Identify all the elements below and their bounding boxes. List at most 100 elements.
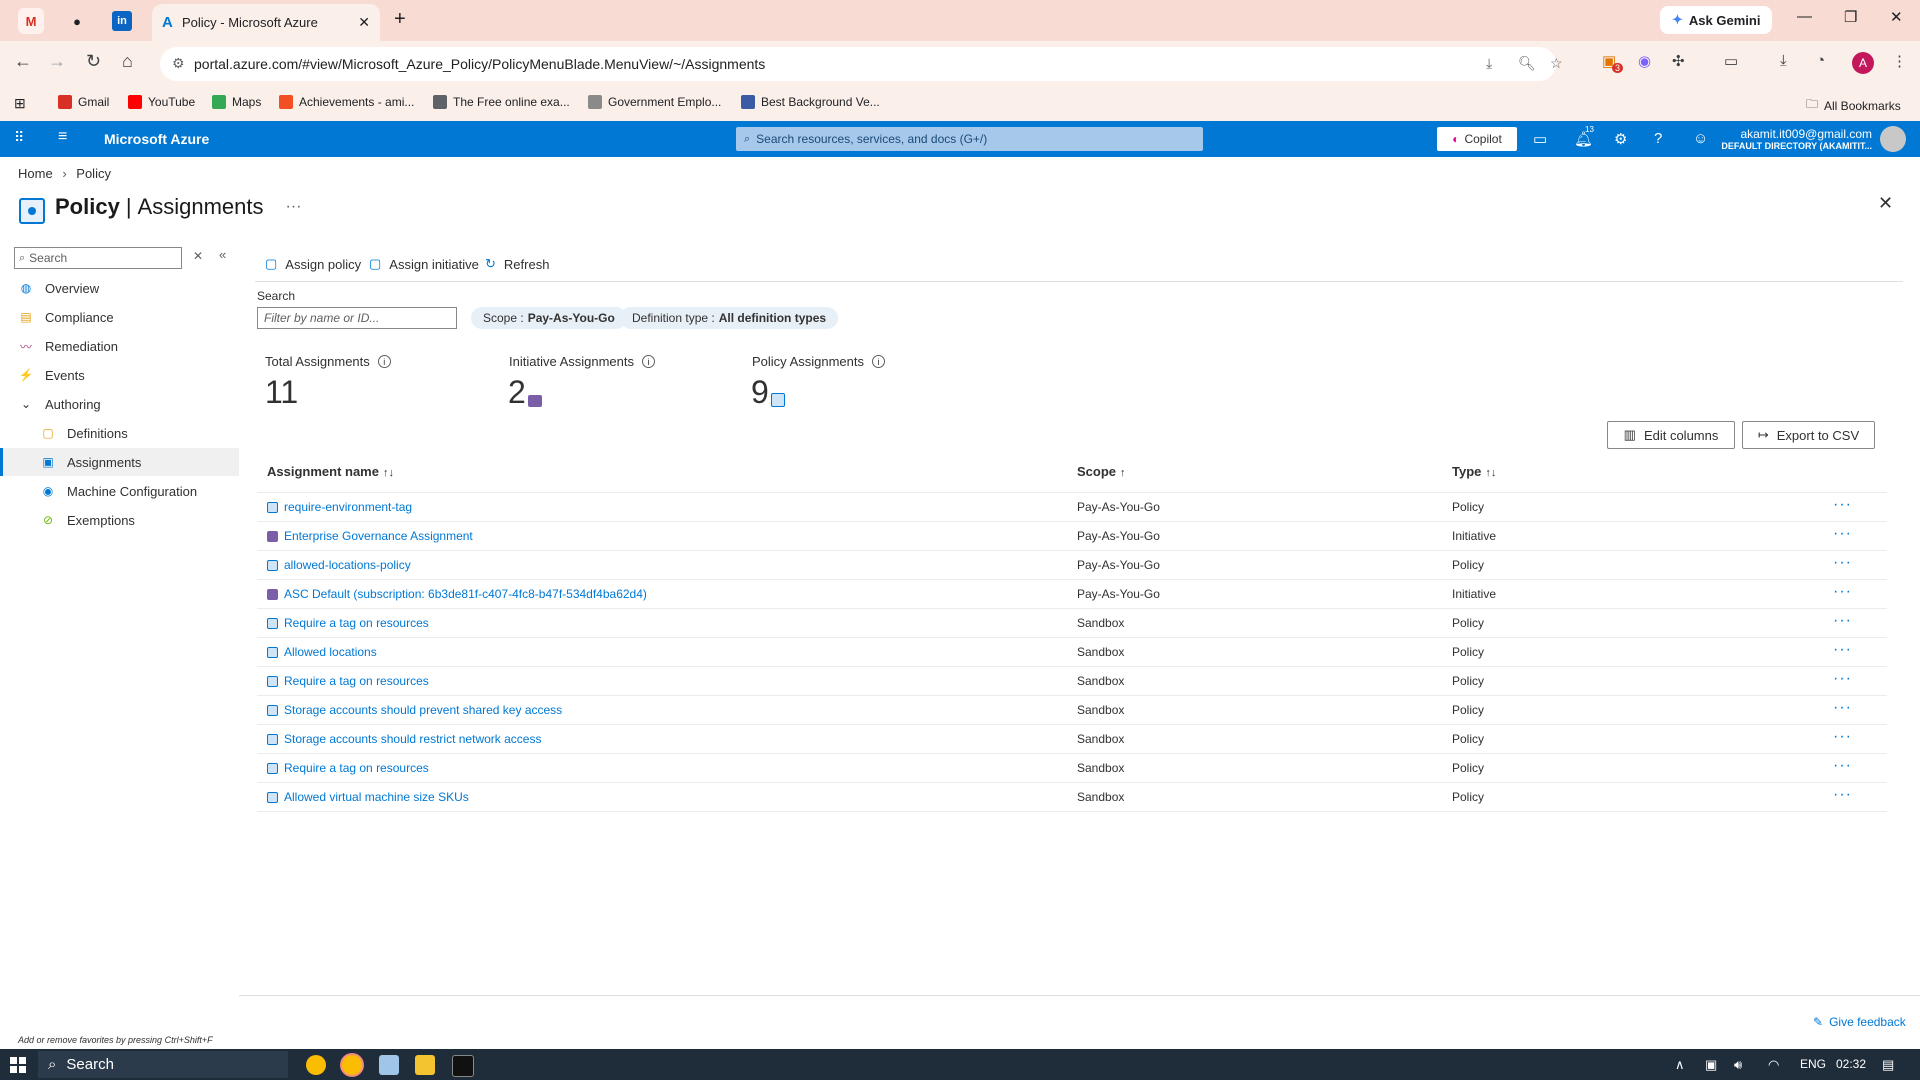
filter-search-input[interactable]: Filter by name or ID... (257, 307, 457, 329)
edit-columns-button[interactable]: ▥ Edit columns (1607, 421, 1735, 449)
breadcrumb-home[interactable]: Home (18, 166, 53, 181)
new-tab-icon[interactable]: + (394, 8, 406, 31)
extensions-puzzle-icon[interactable]: ✣ (1672, 52, 1685, 70)
ask-gemini-button[interactable]: ✦ Ask Gemini (1660, 6, 1773, 34)
row-more-button[interactable]: ··· (1833, 728, 1852, 746)
language-indicator[interactable]: ENG (1800, 1057, 1826, 1071)
assignment-link[interactable]: Storage accounts should prevent shared k… (284, 703, 562, 717)
help-icon[interactable]: ? (1654, 130, 1662, 147)
cloud-shell-icon[interactable]: ▭ (1533, 130, 1547, 148)
azure-search-input[interactable]: ⌕ Search resources, services, and docs (… (736, 127, 1203, 151)
apps-grid-icon[interactable]: ⊞ (14, 95, 26, 112)
col-header-type[interactable]: Type ↑↓ (1452, 464, 1496, 479)
page-more-button[interactable]: ··· (285, 198, 301, 216)
sidebar-item-machine-configuration[interactable]: ◉ Machine Configuration (0, 477, 239, 505)
assign-policy-button[interactable]: ▢ Assign policy (265, 256, 361, 272)
close-tab-icon[interactable]: ✕ (358, 14, 370, 31)
scope-filter-pill[interactable]: Scope : Pay-As-You-Go (471, 307, 627, 329)
col-header-name[interactable]: Assignment name ↑↓ (267, 464, 394, 479)
clock[interactable]: 02:32 (1836, 1057, 1866, 1071)
zoom-icon[interactable]: 🔍︎ (1518, 55, 1536, 72)
sidebar-item-overview[interactable]: ◍ Overview (0, 274, 239, 302)
all-bookmarks[interactable]: 🗀 All Bookmarks (1806, 95, 1901, 116)
file-explorer-icon[interactable] (415, 1055, 435, 1075)
restore-icon[interactable]: ❐ (1844, 8, 1857, 26)
tray-chevron-icon[interactable]: ∧ (1675, 1057, 1685, 1073)
settings-gear-icon[interactable]: ⚙ (1614, 130, 1627, 148)
assign-initiative-button[interactable]: ▢ Assign initiative (369, 256, 479, 272)
row-more-button[interactable]: ··· (1833, 612, 1852, 630)
assignment-link[interactable]: Allowed virtual machine size SKUs (284, 790, 469, 804)
hamburger-icon[interactable]: ≡ (58, 128, 67, 146)
linkedin-pinned-tab[interactable]: in (112, 11, 132, 31)
assignment-link[interactable]: Storage accounts should restrict network… (284, 732, 541, 746)
row-more-button[interactable]: ··· (1833, 699, 1852, 717)
extension-icon[interactable]: ◉ (1638, 52, 1651, 70)
info-icon[interactable]: i (872, 355, 885, 368)
home-icon[interactable]: ⌂ (122, 51, 133, 72)
windows-start-icon[interactable] (10, 1057, 26, 1073)
row-more-button[interactable]: ··· (1833, 786, 1852, 804)
sidebar-item-definitions[interactable]: ▢ Definitions (0, 419, 239, 447)
assignment-link[interactable]: require-environment-tag (284, 500, 412, 514)
bookmark-item[interactable]: Best Background Ve... (741, 95, 880, 109)
wifi-icon[interactable]: ◠ (1768, 1057, 1779, 1073)
address-bar[interactable]: ⚙ portal.azure.com/#view/Microsoft_Azure… (160, 47, 1563, 81)
tab-azure-policy[interactable]: A Policy - Microsoft Azure ✕ (152, 4, 380, 41)
breadcrumb-policy[interactable]: Policy (76, 166, 111, 181)
downloads-icon[interactable]: ⤓ (1780, 52, 1787, 69)
azure-brand[interactable]: Microsoft Azure (104, 131, 209, 147)
definition-type-filter-pill[interactable]: Definition type : All definition types (620, 307, 839, 329)
assignment-link[interactable]: allowed-locations-policy (284, 558, 411, 572)
give-feedback-link[interactable]: ✎ Give feedback (1813, 1015, 1906, 1029)
close-window-icon[interactable]: ✕ (1890, 8, 1903, 26)
collapse-sidebar-icon[interactable]: « (219, 247, 226, 262)
sidebar-item-exemptions[interactable]: ⊘ Exemptions (0, 506, 239, 534)
row-more-button[interactable]: ··· (1833, 525, 1852, 543)
col-header-scope[interactable]: Scope ↑ (1077, 464, 1126, 479)
bookmark-star-icon[interactable]: ☆ (1550, 55, 1563, 72)
bookmark-item[interactable]: Gmail (58, 95, 109, 109)
clear-search-icon[interactable]: ✕ (193, 249, 203, 263)
refresh-button[interactable]: ↻ Refresh (485, 256, 549, 272)
account-info[interactable]: akamit.it009@gmail.com DEFAULT DIRECTORY… (1720, 127, 1872, 151)
bookmark-item[interactable]: YouTube (128, 95, 195, 109)
close-blade-icon[interactable]: ✕ (1878, 193, 1893, 214)
minimize-icon[interactable]: — (1797, 8, 1812, 25)
chrome-icon[interactable] (306, 1055, 326, 1075)
info-icon[interactable]: i (377, 355, 391, 368)
bookmark-item[interactable]: The Free online exa... (433, 95, 570, 109)
back-icon[interactable]: ← (14, 51, 32, 72)
sidebar-search-input[interactable]: ⌕ Search (14, 247, 182, 269)
profile-avatar[interactable]: A (1852, 52, 1874, 74)
feedback-icon[interactable]: ☺ (1693, 130, 1708, 147)
performance-icon[interactable]: ◔ (1816, 52, 1825, 69)
info-icon[interactable]: i (642, 355, 656, 368)
menu-kebab-icon[interactable]: ⋮ (1892, 52, 1907, 70)
sidebar-item-events[interactable]: ⚡ Events (0, 361, 239, 389)
tray-app-icon[interactable]: ▣ (1705, 1057, 1717, 1073)
export-csv-button[interactable]: ↦ Export to CSV (1742, 421, 1875, 449)
bookmark-item[interactable]: Achievements - ami... (279, 95, 414, 109)
terminal-icon[interactable] (452, 1055, 474, 1077)
sidebar-item-remediation[interactable]: 〰 Remediation (0, 332, 239, 360)
row-more-button[interactable]: ··· (1833, 641, 1852, 659)
assignment-link[interactable]: Require a tag on resources (284, 616, 429, 630)
bookmark-item[interactable]: Maps (212, 95, 261, 109)
sidebar-item-authoring[interactable]: ⌄ Authoring (0, 390, 239, 418)
copilot-button[interactable]: ◐ Copilot (1437, 127, 1517, 151)
bookmark-item[interactable]: Government Emplo... (588, 95, 721, 109)
assignment-link[interactable]: ASC Default (subscription: 6b3de81f-c407… (284, 587, 647, 601)
notification-center-icon[interactable]: ▤ (1882, 1057, 1894, 1073)
gmail-pinned-tab[interactable]: M (18, 8, 44, 34)
user-avatar[interactable] (1880, 126, 1906, 152)
assignment-link[interactable]: Enterprise Governance Assignment (284, 529, 473, 543)
volume-icon[interactable]: 🔊︎ (1734, 1057, 1742, 1073)
assignment-link[interactable]: Allowed locations (284, 645, 377, 659)
row-more-button[interactable]: ··· (1833, 554, 1852, 572)
install-app-icon[interactable]: ⤓ (1486, 55, 1492, 72)
portal-menu-grid-icon[interactable]: ⠿ (14, 129, 24, 146)
row-more-button[interactable]: ··· (1833, 757, 1852, 775)
sidebar-item-assignments[interactable]: ▣ Assignments (0, 448, 239, 476)
tab-search-icon[interactable]: ▭ (1724, 52, 1738, 70)
